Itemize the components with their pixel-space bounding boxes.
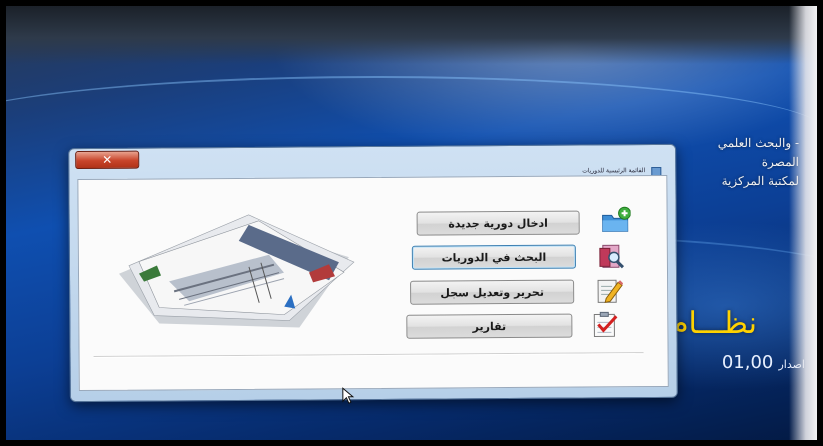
search-periodicals-button[interactable]: البحث في الدوريات [411,244,576,270]
reports-button[interactable]: تقارير [406,313,573,339]
monitor-bezel-top [6,6,817,64]
monitor-bezel-right [789,6,817,440]
main-menu-window: ✕ القائمة الرئيسية للدوريات ادخال دورية … [68,143,678,404]
window-client-area: ادخال دورية جديدة البحث في الدوريات تحري… [77,174,669,404]
window-divider [93,352,644,358]
system-title: نظـــام [669,306,757,341]
search-folder-icon[interactable] [597,242,627,270]
window-title: القائمة الرئيسية للدوريات [582,167,646,175]
monitor-screen: - والبحث العلمي المصرة لمكتبة المركزية ن… [6,6,817,440]
folder-add-icon[interactable] [601,206,631,234]
new-periodical-button[interactable]: ادخال دورية جديدة [416,210,580,236]
mouse-cursor-icon [342,387,355,404]
close-button[interactable]: ✕ [75,150,140,170]
newspapers-icon [118,214,355,328]
edit-pencil-icon[interactable] [594,276,624,304]
close-icon: ✕ [102,152,113,167]
edit-record-button[interactable]: تحرير وتعديل سجل [410,279,575,305]
checklist-icon[interactable] [590,310,620,338]
version-number: 01,00 [721,352,774,373]
